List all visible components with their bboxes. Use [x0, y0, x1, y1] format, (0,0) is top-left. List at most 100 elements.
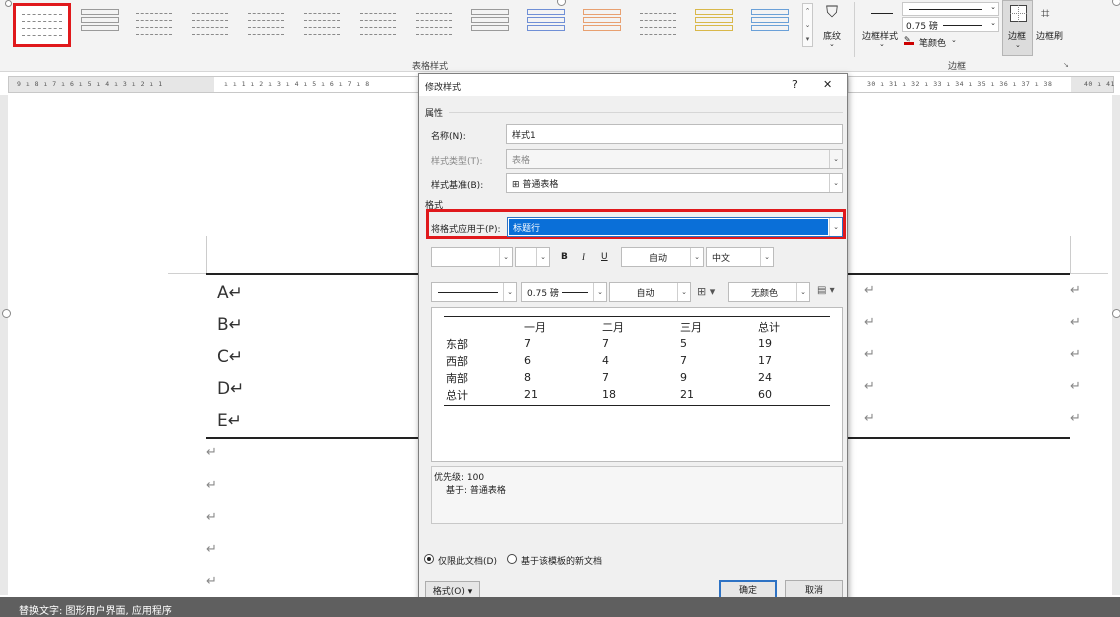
style-based-label: 样式基准(B):	[431, 181, 484, 191]
alt-text-bar: 替换文字: 图形用户界面, 应用程序	[0, 597, 1120, 617]
italic-button[interactable]: I	[582, 252, 585, 262]
chevron-down-icon: ⌄	[829, 174, 842, 192]
border-line-style-select[interactable]: ⌄	[431, 282, 517, 302]
divider	[854, 2, 855, 57]
paragraph-mark: ↵	[206, 445, 217, 460]
font-select[interactable]: ⌄	[431, 247, 513, 267]
align-icon[interactable]: ▤ ▾	[817, 285, 835, 296]
font-size-select[interactable]: ⌄	[515, 247, 550, 267]
divider	[449, 112, 843, 113]
table-style-grid[interactable]	[76, 5, 124, 41]
border-painter-label[interactable]: 边框刷	[1036, 29, 1063, 42]
radio-template[interactable]	[507, 554, 517, 564]
underline-button[interactable]: U	[601, 252, 608, 262]
style-preview: 一月 二月 三月 总计 东部 7 7 5 19 西部 6 4 7 17 南部 8 7 9 24 总计 21 18 2…	[431, 307, 843, 462]
resize-handle[interactable]	[5, 0, 12, 7]
chevron-down-icon: ⌄	[829, 218, 842, 236]
borders-grid-icon[interactable]: ⊞ ▾	[697, 285, 715, 298]
line-style-select[interactable]: ⌄	[902, 2, 999, 16]
table-style-5[interactable]	[298, 5, 346, 41]
table-style-gray[interactable]	[634, 5, 682, 41]
table-style-plain-selected[interactable]	[13, 3, 71, 47]
paragraph-mark: ↵	[206, 574, 217, 589]
preview-table: 一月 二月 三月 总计 东部 7 7 5 19 西部 6 4 7 17 南部 8 7 9 24 总计 21 18 2…	[446, 320, 780, 402]
table-cell[interactable]: A↵	[217, 283, 243, 303]
table-style-orange[interactable]	[578, 5, 626, 41]
table-cell[interactable]: B↵	[217, 315, 243, 335]
radio-template-label[interactable]: 基于该模板的新文档	[521, 554, 602, 567]
table-cell[interactable]: C↵	[217, 347, 243, 367]
shading-select[interactable]: 无颜色 ⌄	[728, 282, 810, 302]
resize-handle[interactable]	[1112, 309, 1120, 318]
modify-style-dialog[interactable]: 修改样式 ? ✕ 属性 名称(N): 样式1 样式类型(T): 表格 ⌄ 样式基准…	[418, 73, 848, 610]
dialog-title: 修改样式	[425, 83, 462, 93]
chevron-down-icon: ⌄	[879, 40, 885, 48]
border-color-select[interactable]: 自动 ⌄	[609, 282, 691, 302]
table-style-4[interactable]	[242, 5, 290, 41]
paragraph-mark: ↵	[864, 411, 875, 426]
close-icon[interactable]: ✕	[823, 78, 832, 91]
paragraph-mark: ↵	[864, 315, 875, 330]
font-color-select[interactable]: 自动 ⌄	[621, 247, 704, 267]
table-style-7[interactable]	[410, 5, 458, 41]
chevron-down-icon: ⌄	[951, 36, 957, 44]
chevron-down-icon: ⌄	[829, 150, 842, 168]
alt-text: 替换文字: 图形用户界面, 应用程序	[19, 606, 172, 617]
paragraph-mark: ↵	[1070, 347, 1081, 362]
resize-handle[interactable]	[1112, 0, 1120, 6]
table-style-2[interactable]	[130, 5, 178, 41]
table-guide	[1070, 236, 1071, 274]
table-style-blue[interactable]	[522, 5, 570, 41]
help-button[interactable]: ?	[792, 78, 798, 91]
dialog-launcher-icon[interactable]: ↘	[1063, 61, 1069, 69]
bold-button[interactable]: B	[561, 252, 568, 262]
pen-color-icon: ✎	[904, 35, 914, 45]
border-style-line-icon	[871, 13, 893, 14]
table-cell[interactable]: E↵	[217, 411, 242, 431]
paragraph-mark: ↵	[864, 347, 875, 362]
table-cell[interactable]: D↵	[217, 379, 244, 399]
language-select[interactable]: 中文 ⌄	[706, 247, 774, 267]
ribbon: ⌃ ⌄ ▾ 表格样式 ⛉ 底纹 ⌄ 边框样式 ⌄ ⌄ 0.75 磅 ⌄ ✎ 笔颜色 ⌄…	[0, 0, 1120, 72]
group-borders: 边框	[948, 62, 967, 72]
radio-doc-only[interactable]	[424, 554, 434, 564]
name-label: 名称(N):	[431, 132, 466, 142]
table-style-gold[interactable]	[690, 5, 738, 41]
style-type-select[interactable]: 表格 ⌄	[506, 149, 843, 169]
shading-icon[interactable]: ⛉	[820, 2, 844, 26]
borders-button[interactable]: 边框 ⌄	[1002, 0, 1033, 56]
style-type-label: 样式类型(T):	[431, 157, 483, 167]
paragraph-mark: ↵	[1070, 283, 1081, 298]
style-description: 优先级: 100 基于: 普通表格	[431, 466, 843, 524]
style-based-select[interactable]: ⊞ 普通表格 ⌄	[506, 173, 843, 193]
group-table-styles: 表格样式	[412, 62, 449, 72]
pen-color-label[interactable]: 笔颜色	[919, 36, 946, 49]
paragraph-mark: ↵	[206, 478, 217, 493]
paragraph-mark: ↵	[864, 379, 875, 394]
paragraph-mark: ↵	[1070, 379, 1081, 394]
page-gutter	[1112, 95, 1120, 595]
page-gutter	[0, 95, 8, 595]
gallery-scroll[interactable]: ⌃ ⌄ ▾	[802, 3, 813, 47]
name-field[interactable]: 样式1	[506, 124, 843, 144]
paragraph-mark: ↵	[1070, 411, 1081, 426]
paragraph-mark: ↵	[864, 283, 875, 298]
table-style-lightblue[interactable]	[746, 5, 794, 41]
table-style-3[interactable]	[186, 5, 234, 41]
dialog-titlebar[interactable]	[419, 74, 847, 96]
border-painter-icon[interactable]: ⌗	[1041, 4, 1061, 24]
paragraph-mark: ↵	[206, 510, 217, 525]
table-guide	[206, 236, 207, 274]
apply-to-select[interactable]: 标题行 ⌄	[507, 217, 843, 237]
radio-doc-only-label[interactable]: 仅限此文档(D)	[438, 554, 497, 567]
section-properties: 属性	[425, 109, 444, 119]
chevron-down-icon: ⌄	[829, 40, 835, 48]
resize-handle[interactable]	[2, 309, 11, 318]
table-style-6[interactable]	[354, 5, 402, 41]
border-weight-select[interactable]: 0.75 磅 ⌄	[521, 282, 607, 302]
paragraph-mark: ↵	[206, 542, 217, 557]
apply-to-label: 将格式应用于(P):	[431, 225, 501, 235]
table-style-8[interactable]	[466, 5, 514, 41]
paragraph-mark: ↵	[1070, 315, 1081, 330]
line-weight-select[interactable]: 0.75 磅 ⌄	[902, 17, 999, 32]
